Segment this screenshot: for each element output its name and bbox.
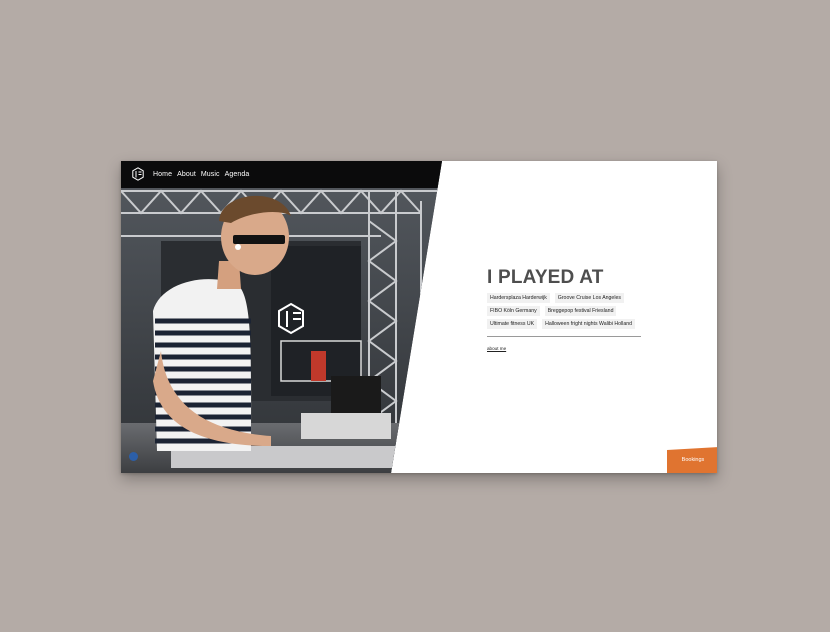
section-title: I PLAYED AT [487,267,604,288]
venue-tag: Hardersplaza Harderwijk [487,293,550,303]
venue-tag: Groove Cruise Los Angeles [554,293,624,303]
nav-agenda[interactable]: Agenda [225,171,250,178]
hero-photo-panel [121,161,442,473]
played-at-section: I PLAYED AT Hardersplaza Harderwijk Groo… [487,267,647,355]
website-frame: Home About Music Agenda I PLAYED AT Hard… [121,161,717,473]
corner-badge-icon [129,452,138,461]
brand-logo-icon[interactable] [132,167,144,181]
venue-tag: Halloween fright nights Walibi Holland [542,319,635,329]
top-navigation: Home About Music Agenda [121,161,462,187]
nav-home[interactable]: Home [153,171,172,178]
hero-photo [121,161,442,473]
about-me-link[interactable]: about me [487,346,506,351]
bookings-button[interactable]: Bookings [667,447,717,473]
venue-tag: Ultimate fitness UK [487,319,538,329]
venue-tag: Breggepop festival Friesland [544,306,617,316]
venue-list: Hardersplaza Harderwijk Groove Cruise Lo… [487,293,647,329]
nav-about[interactable]: About [177,171,196,178]
venue-tag: FIBO Köln Germany [487,306,540,316]
nav-music[interactable]: Music [201,171,220,178]
section-divider [487,336,641,337]
